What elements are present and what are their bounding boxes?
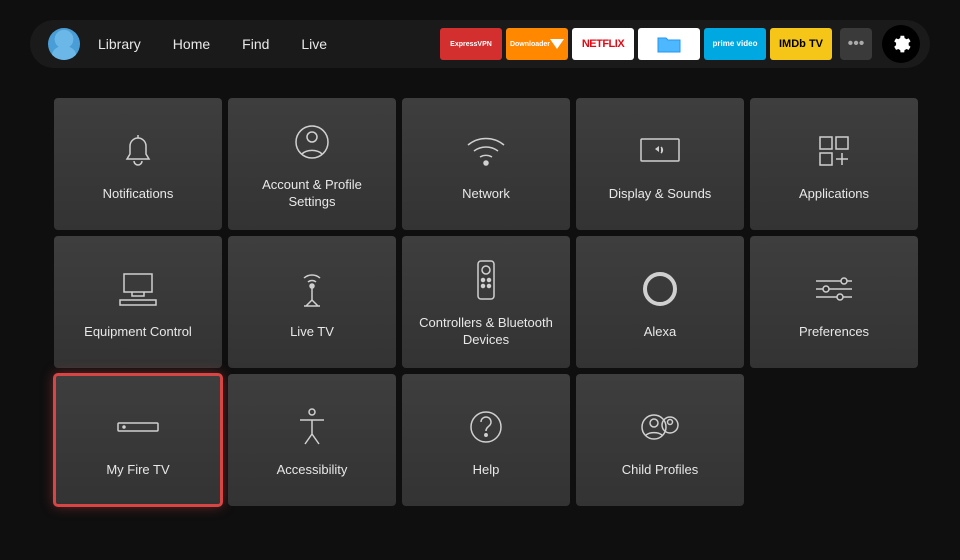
alexa-icon [640,264,680,314]
tile-notifications[interactable]: Notifications [54,98,222,230]
tile-controllers[interactable]: Controllers & Bluetooth Devices [402,236,570,368]
settings-grid: Notifications Account & Profile Settings… [0,68,960,506]
tile-label: Live TV [290,324,334,341]
app-netflix[interactable]: NETFLIX [572,28,634,60]
bell-icon [120,126,156,176]
app-es-explorer[interactable] [638,28,700,60]
nav-find[interactable]: Find [242,36,269,52]
user-icon [292,117,332,167]
folder-icon [656,34,682,54]
nav-menu: Library Home Find Live [98,36,327,52]
tile-accessibility[interactable]: Accessibility [228,374,396,506]
tile-account[interactable]: Account & Profile Settings [228,98,396,230]
app-downloader[interactable]: Downloader [506,28,568,60]
tile-label: Accessibility [277,462,348,479]
tile-label: Account & Profile Settings [238,177,386,211]
more-apps-button[interactable]: ••• [840,28,872,60]
tile-label: My Fire TV [106,462,169,479]
tile-label: Notifications [103,186,174,203]
antenna-icon [294,264,330,314]
nav-home[interactable]: Home [173,36,210,52]
nav-live[interactable]: Live [301,36,327,52]
tile-equipment[interactable]: Equipment Control [54,236,222,368]
top-nav-bar: Library Home Find Live ExpressVPN Downlo… [30,20,930,68]
tile-network[interactable]: Network [402,98,570,230]
tile-livetv[interactable]: Live TV [228,236,396,368]
equipment-icon [116,264,160,314]
remote-icon [475,255,497,305]
tile-display[interactable]: Display & Sounds [576,98,744,230]
ellipsis-icon: ••• [848,35,865,53]
tile-preferences[interactable]: Preferences [750,236,918,368]
app-downloader-label: Downloader [510,41,550,48]
child-profiles-icon [638,402,682,452]
nav-library[interactable]: Library [98,36,141,52]
apps-icon [814,126,854,176]
sliders-icon [812,264,856,314]
app-expressvpn[interactable]: ExpressVPN [440,28,502,60]
accessibility-icon [294,402,330,452]
gear-icon [890,33,912,55]
tile-label: Controllers & Bluetooth Devices [412,315,560,349]
settings-button[interactable] [882,25,920,63]
display-icon [637,126,683,176]
wifi-icon [464,126,508,176]
tile-label: Preferences [799,324,869,341]
app-imdb-tv[interactable]: IMDb TV [770,28,832,60]
tile-label: Equipment Control [84,324,192,341]
app-prime-video[interactable]: prime video [704,28,766,60]
tile-child-profiles[interactable]: Child Profiles [576,374,744,506]
tile-label: Display & Sounds [609,186,712,203]
profile-avatar[interactable] [48,28,80,60]
tile-applications[interactable]: Applications [750,98,918,230]
app-shortcuts: ExpressVPN Downloader NETFLIX prime vide… [440,25,920,63]
tile-label: Child Profiles [622,462,699,479]
help-icon [466,402,506,452]
firetv-icon [114,402,162,452]
tile-label: Applications [799,186,869,203]
download-arrow-icon [550,39,564,49]
tile-help[interactable]: Help [402,374,570,506]
tile-label: Network [462,186,510,203]
tile-alexa[interactable]: Alexa [576,236,744,368]
tile-my-fire-tv[interactable]: My Fire TV [54,374,222,506]
tile-label: Help [473,462,500,479]
tile-label: Alexa [644,324,677,341]
